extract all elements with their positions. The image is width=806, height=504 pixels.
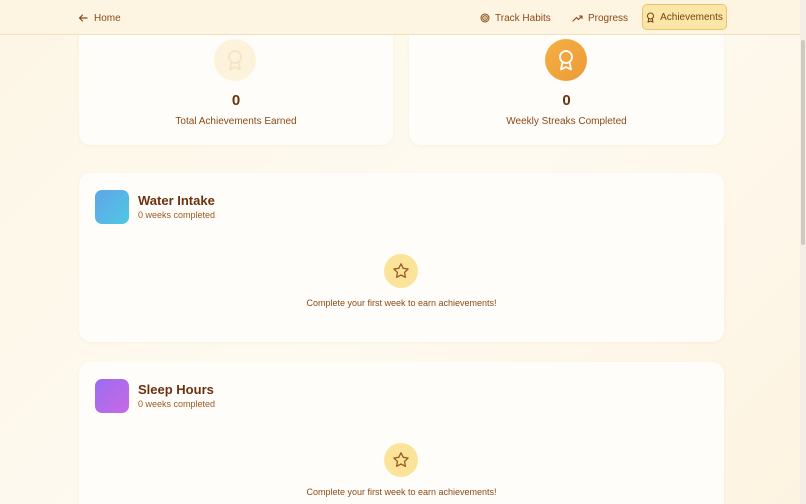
nav-achievements-label: Achievements [660, 11, 723, 23]
home-link[interactable]: Home [78, 11, 121, 25]
habit-weeks-completed: 0 weeks completed [138, 210, 216, 220]
stat-icon-circle [545, 39, 587, 81]
trending-up-icon [572, 15, 583, 22]
empty-star-badge [384, 443, 418, 477]
habit-color-tile [95, 190, 129, 224]
habit-card-water-intake: Water Intake 0 weeks completed Complete … [79, 173, 724, 342]
nav-track-habits[interactable]: Track Habits [480, 11, 551, 25]
star-icon [393, 263, 409, 278]
stat-icon-circle [214, 39, 256, 81]
empty-achievements-text: Complete your first week to earn achieve… [306, 487, 497, 497]
nav-achievements[interactable]: Achievements [642, 4, 727, 30]
habit-name: Water Intake [138, 193, 215, 208]
stat-label: Total Achievements Earned [175, 116, 297, 127]
nav-track-habits-label: Track Habits [495, 12, 551, 24]
habit-card-sleep-hours: Sleep Hours 0 weeks completed Complete y… [79, 362, 724, 504]
award-icon [559, 50, 573, 71]
empty-star-badge [384, 254, 418, 288]
empty-achievements-text: Complete your first week to earn achieve… [306, 298, 497, 308]
star-icon [393, 452, 409, 467]
habit-weeks-completed: 0 weeks completed [138, 399, 216, 409]
top-nav-bar: Home Track Habits Progress Achievements [0, 0, 800, 35]
habit-color-tile [95, 379, 129, 413]
award-icon [228, 50, 242, 71]
arrow-left-icon [78, 14, 88, 22]
nav-progress[interactable]: Progress [572, 11, 628, 25]
home-label: Home [94, 12, 121, 24]
stat-value: 0 [231, 92, 241, 109]
award-icon [647, 12, 655, 23]
scrollbar-thumb[interactable] [801, 40, 805, 245]
habit-name: Sleep Hours [138, 382, 214, 397]
nav-progress-label: Progress [588, 12, 629, 24]
target-icon [480, 13, 490, 23]
stat-value: 0 [562, 92, 571, 109]
stat-label: Weekly Streaks Completed [506, 116, 627, 127]
